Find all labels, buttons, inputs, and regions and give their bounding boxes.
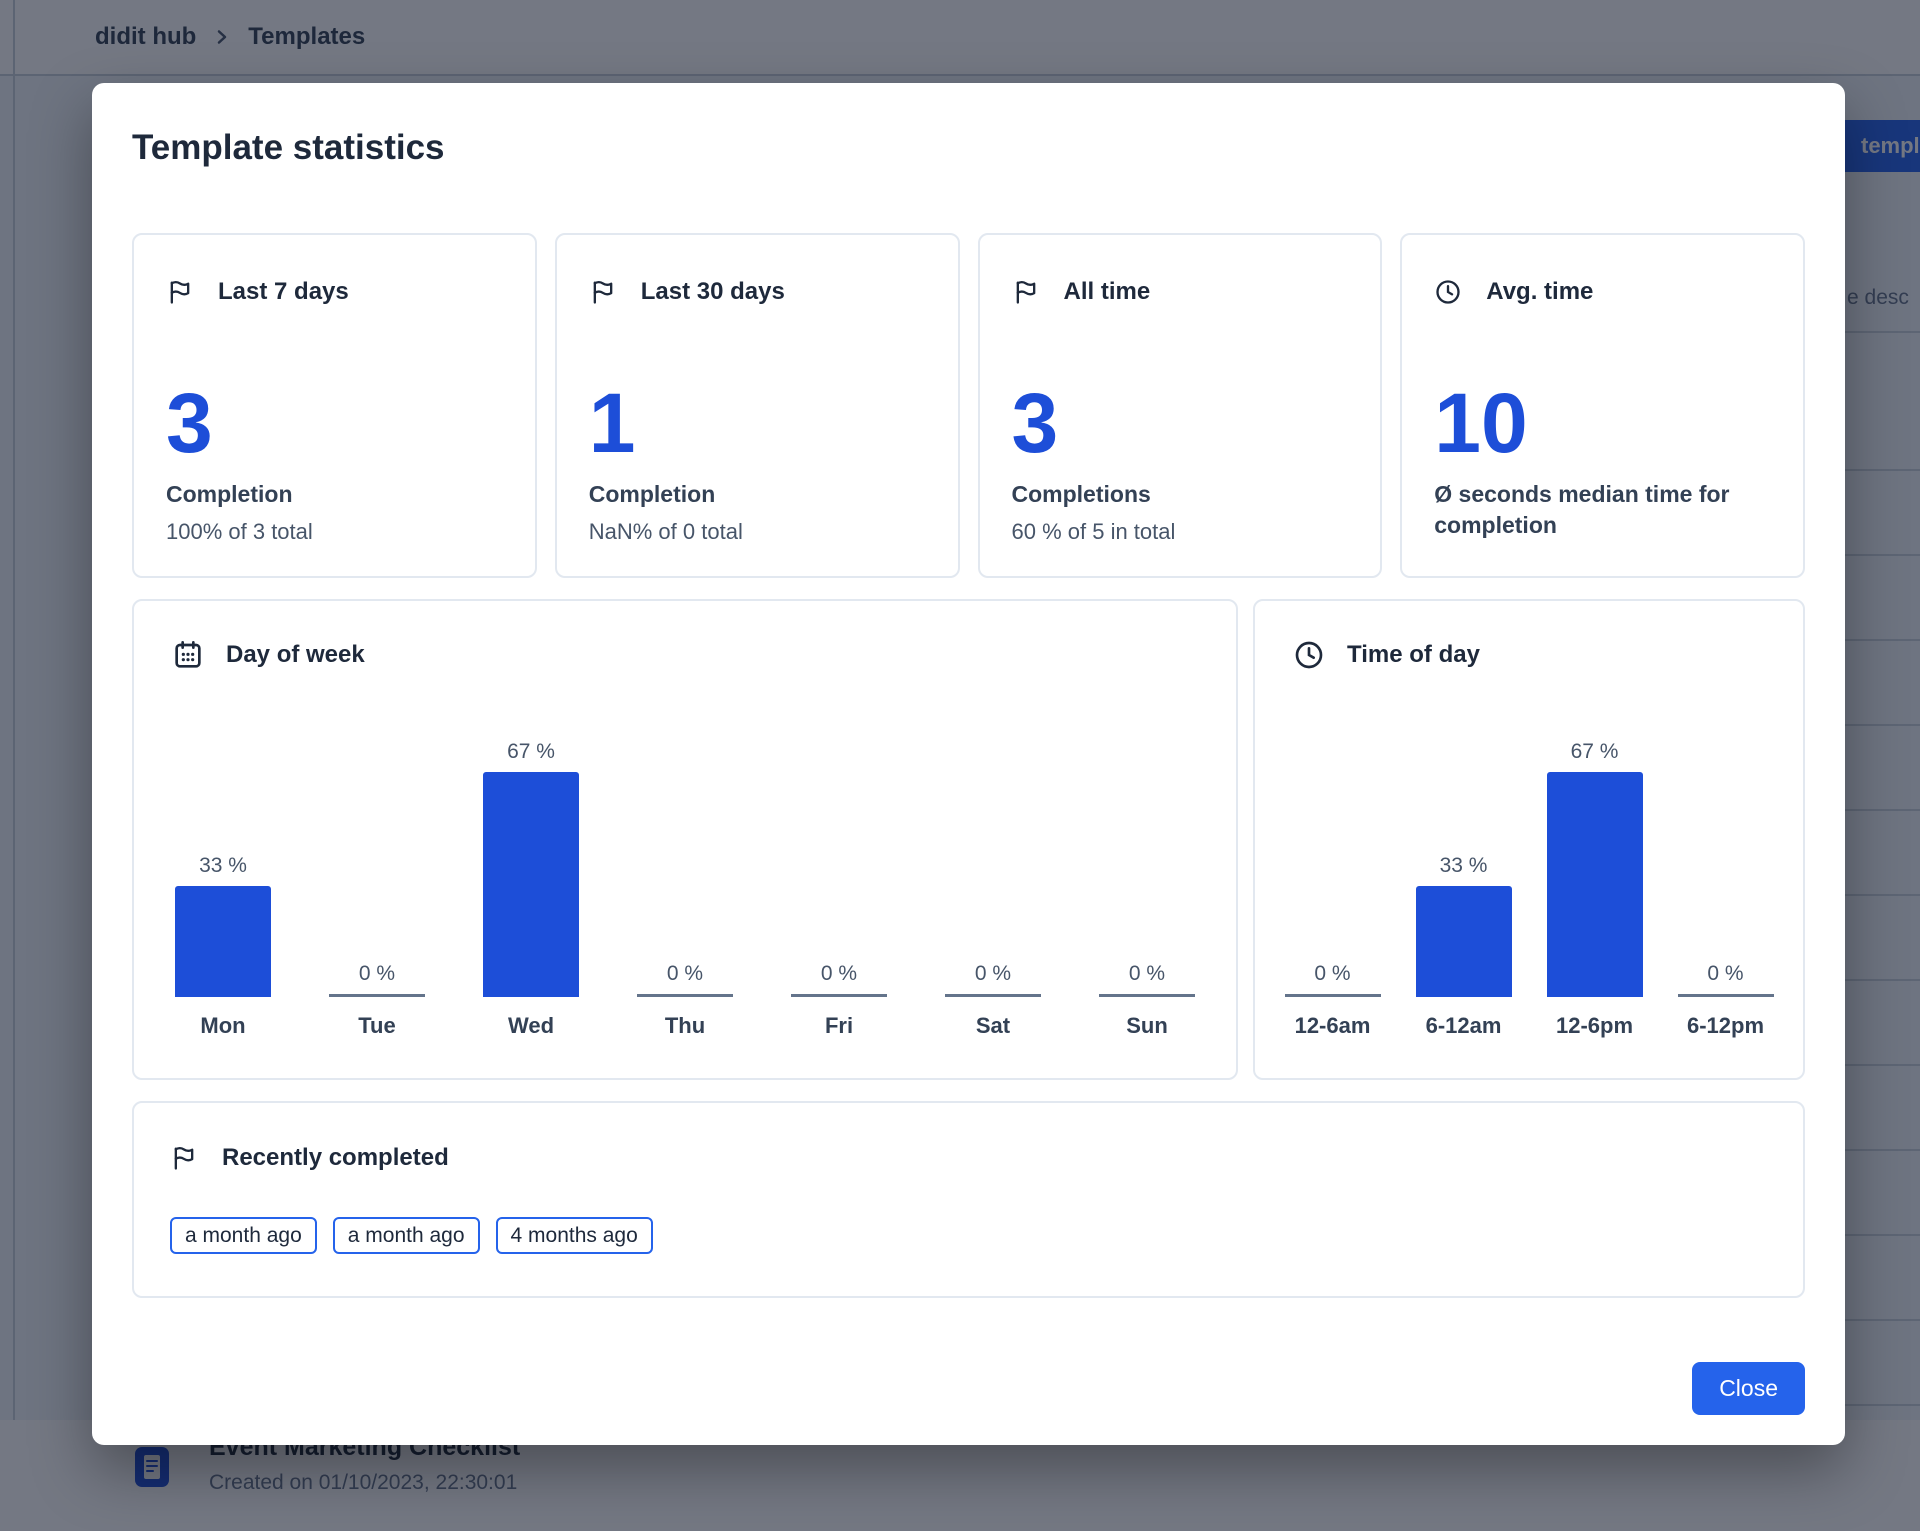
recent-completion-chip[interactable]: 4 months ago (496, 1217, 653, 1254)
bar-column: 0 % 12-6am (1267, 677, 1398, 1039)
bar-category-label: Mon (200, 1013, 245, 1039)
bar-value-label: 0 % (821, 962, 857, 986)
modal-title: Template statistics (132, 127, 1805, 169)
bar-value-label: 0 % (975, 962, 1011, 986)
bar-value-label: 0 % (359, 962, 395, 986)
stat-metric: Completion (589, 479, 926, 510)
bar-category-label: Sat (976, 1013, 1010, 1039)
stat-value: 1 (589, 381, 926, 465)
stat-metric: Ø seconds median time for completion (1434, 479, 1771, 541)
stat-detail: 60 % of 5 in total (1012, 518, 1349, 546)
stat-card-last-7-days: Last 7 days 3 Completion 100% of 3 total (132, 233, 537, 578)
stat-detail: NaN% of 0 total (589, 518, 926, 546)
chart-title: Time of day (1347, 640, 1480, 670)
bar (1547, 772, 1643, 997)
bar-value-label: 33 % (199, 854, 247, 878)
bar (175, 886, 271, 997)
stat-card-header: Avg. time (1434, 277, 1771, 307)
charts-row: Day of week 33 %Mon0 %Tue67 %Wed0 %Thu0 … (132, 599, 1805, 1080)
bar-category-label: Tue (358, 1013, 395, 1039)
stat-value: 3 (1012, 381, 1349, 465)
bar (791, 994, 887, 997)
bar-value-label: 33 % (1440, 854, 1488, 878)
calendar-icon (172, 639, 204, 671)
bar (1678, 994, 1774, 997)
recently-completed-card: Recently completed a month agoa month ag… (132, 1101, 1805, 1298)
stat-label: Last 30 days (641, 277, 785, 307)
stat-card-header: Last 30 days (589, 277, 926, 307)
bar (1285, 994, 1381, 997)
stat-card-header: All time (1012, 277, 1349, 307)
bar (1416, 886, 1512, 997)
bar (637, 994, 733, 997)
stat-card-header: Last 7 days (166, 277, 503, 307)
day-of-week-chart-card: Day of week 33 %Mon0 %Tue67 %Wed0 %Thu0 … (132, 599, 1238, 1080)
template-statistics-modal: Template statistics Last 7 days 3 Comple… (92, 83, 1845, 1445)
bar-column: 33 % Mon (146, 677, 300, 1039)
bar-category-label: 6-12am (1426, 1013, 1502, 1039)
bar (483, 772, 579, 997)
modal-footer: Close (132, 1362, 1805, 1415)
flag-icon (589, 278, 617, 306)
stat-card-all-time: All time 3 Completions 60 % of 5 in tota… (978, 233, 1383, 578)
recently-completed-header: Recently completed (170, 1143, 1767, 1173)
stat-detail: 100% of 3 total (166, 518, 503, 546)
stats-row: Last 7 days 3 Completion 100% of 3 total… (132, 233, 1805, 578)
stat-label: Avg. time (1486, 277, 1593, 307)
stat-label: Last 7 days (218, 277, 349, 307)
bar-column: 67 % Wed (454, 677, 608, 1039)
clock-icon (1434, 278, 1462, 306)
recent-chips-row: a month ago a month ago 4 months ago (170, 1217, 1767, 1254)
time-of-day-bars: 0 % 12-6am 33 % 6-12am 67 % 12-6pm 0 % 6-12pm (1267, 677, 1791, 1039)
recently-completed-label: Recently completed (222, 1143, 449, 1173)
bar-column: 0 % Sun (1070, 677, 1224, 1039)
stat-label: All time (1064, 277, 1151, 307)
bar-column: 67 % 12-6pm (1529, 677, 1660, 1039)
bar-column: 0 % Thu (608, 677, 762, 1039)
flag-icon (1012, 278, 1040, 306)
bar-category-label: 12-6am (1295, 1013, 1371, 1039)
bar-column: 0 % Sat (916, 677, 1070, 1039)
stat-card-last-30-days: Last 30 days 1 Completion NaN% of 0 tota… (555, 233, 960, 578)
bar-value-label: 0 % (667, 962, 703, 986)
recent-completion-chip[interactable]: a month ago (333, 1217, 480, 1254)
stat-card-avg-time: Avg. time 10 Ø seconds median time for c… (1400, 233, 1805, 578)
bar-column: 0 % Tue (300, 677, 454, 1039)
bar-category-label: Thu (665, 1013, 705, 1039)
recent-completion-chip[interactable]: a month ago (170, 1217, 317, 1254)
bar-category-label: Wed (508, 1013, 554, 1039)
bar-value-label: 0 % (1129, 962, 1165, 986)
time-of-day-chart-card: Time of day 0 % 12-6am 33 % 6-12am 67 % 12-6p… (1253, 599, 1805, 1080)
chart-header: Time of day (1267, 639, 1791, 671)
bar-category-label: 12-6pm (1556, 1013, 1633, 1039)
stat-metric: Completion (166, 479, 503, 510)
bar-column: 0 % Fri (762, 677, 916, 1039)
chart-title: Day of week (226, 640, 365, 670)
stat-metric: Completions (1012, 479, 1349, 510)
clock-icon (1293, 639, 1325, 671)
day-of-week-bars: 33 %Mon0 %Tue67 %Wed0 %Thu0 %Fri0 %Sat0 … (146, 677, 1224, 1039)
bar-category-label: Fri (825, 1013, 853, 1039)
bar-category-label: 6-12pm (1687, 1013, 1764, 1039)
flag-icon (170, 1144, 198, 1172)
bar-value-label: 67 % (507, 740, 555, 764)
stat-value: 3 (166, 381, 503, 465)
bar (329, 994, 425, 997)
bar (945, 994, 1041, 997)
bar-value-label: 0 % (1707, 962, 1743, 986)
stat-value: 10 (1434, 381, 1771, 465)
bar-value-label: 67 % (1571, 740, 1619, 764)
bar (1099, 994, 1195, 997)
chart-header: Day of week (146, 639, 1224, 671)
bar-value-label: 0 % (1314, 962, 1350, 986)
bar-column: 33 % 6-12am (1398, 677, 1529, 1039)
bar-category-label: Sun (1126, 1013, 1168, 1039)
bar-column: 0 % 6-12pm (1660, 677, 1791, 1039)
flag-icon (166, 278, 194, 306)
close-button[interactable]: Close (1692, 1362, 1805, 1415)
